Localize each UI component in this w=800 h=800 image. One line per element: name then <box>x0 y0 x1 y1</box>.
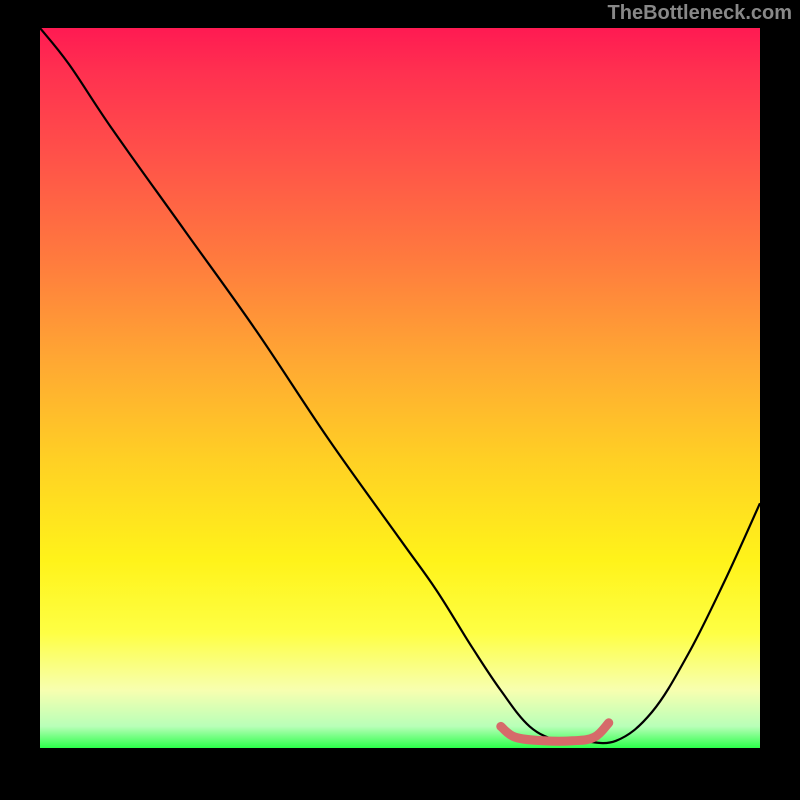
plot-area <box>40 28 760 748</box>
bottleneck-curve-path <box>40 28 760 743</box>
watermark-text: TheBottleneck.com <box>608 2 792 25</box>
optimal-range-path <box>501 723 609 741</box>
chart-frame: TheBottleneck.com <box>0 0 800 800</box>
bottleneck-curve-svg <box>40 28 760 748</box>
